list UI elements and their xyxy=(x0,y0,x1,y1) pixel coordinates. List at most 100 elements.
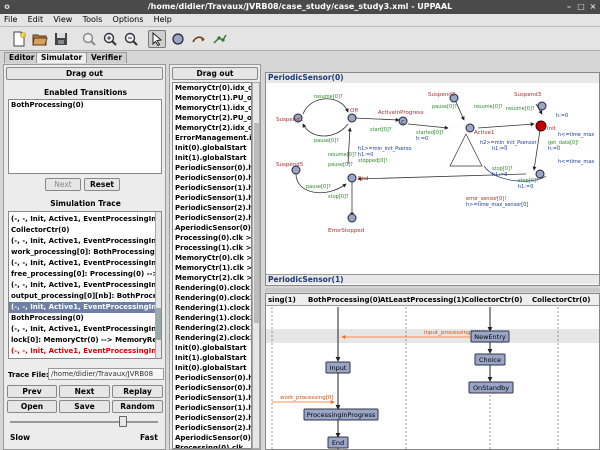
variable-row[interactable]: MemoryCtr(0).idx_o xyxy=(173,83,251,93)
variable-row[interactable]: PeriodicSensor(2).h xyxy=(173,413,251,423)
menu-view[interactable]: View xyxy=(49,14,76,25)
variable-row[interactable]: PeriodicSensor(2).h xyxy=(173,423,251,433)
trace-row[interactable]: (-, -, Init, Active1, EventProcessingInP xyxy=(9,346,161,357)
close-icon[interactable]: × xyxy=(588,2,598,12)
variable-row[interactable]: Processing(1).clk > xyxy=(173,243,251,253)
add-edge-icon[interactable] xyxy=(190,30,208,48)
zoom-icon[interactable] xyxy=(80,30,98,48)
menu-help[interactable]: Help xyxy=(150,14,176,25)
state-suspend3[interactable] xyxy=(537,101,547,111)
variable-row[interactable]: MemoryCtr(2).idx_o xyxy=(173,123,251,133)
variable-row[interactable]: PeriodicSensor(0).h xyxy=(173,383,251,393)
variable-row[interactable]: MemoryCtr(2).PU_o xyxy=(173,113,251,123)
variable-row[interactable]: Init(1).globalStart xyxy=(173,353,251,363)
trace-row[interactable]: (-, -, Init, Active1, EventProcessingInP xyxy=(9,258,161,269)
variable-row[interactable]: Processing(0).clk xyxy=(173,443,251,448)
variable-row[interactable]: Rendering(2).clock1 xyxy=(173,323,251,333)
variable-row[interactable]: PeriodicSensor(1).h xyxy=(173,183,251,193)
variable-row[interactable]: Init(1).globalStart xyxy=(173,153,251,163)
drag-out-variables-button[interactable]: Drag out xyxy=(172,67,258,80)
menu-file[interactable]: File xyxy=(0,14,21,25)
tab-editor[interactable]: Editor xyxy=(4,52,40,63)
tab-verifier[interactable]: Verifier xyxy=(86,52,128,63)
variable-row[interactable]: PeriodicSensor(1).h xyxy=(173,403,251,413)
variable-row[interactable]: PeriodicSensor(2).h xyxy=(173,213,251,223)
state-active1[interactable] xyxy=(465,123,475,133)
prev-button[interactable]: Prev xyxy=(7,385,57,398)
variable-row[interactable]: MemoryCtr(1).clk > xyxy=(173,263,251,273)
trace-row[interactable]: work_processing[0]: BothProcessing(0 xyxy=(9,247,161,258)
msc-diagram[interactable]: input_processing[i][N] work_processing[0… xyxy=(266,307,599,450)
variable-row[interactable]: MemoryCtr(0).clk > xyxy=(173,253,251,263)
variable-row[interactable]: Init(0).globalStart xyxy=(173,343,251,353)
tab-simulator[interactable]: Simulator xyxy=(36,52,88,63)
state-right-lower[interactable] xyxy=(535,169,545,179)
add-location-icon[interactable] xyxy=(169,30,187,48)
variable-row[interactable]: Rendering(1).clock2 xyxy=(173,313,251,323)
state-off[interactable] xyxy=(347,113,357,123)
reset-button[interactable]: Reset xyxy=(84,178,120,191)
menu-edit[interactable]: Edit xyxy=(24,14,48,25)
simulation-trace-list[interactable]: (-, -, Init, Active1, EventProcessingInP… xyxy=(8,211,162,359)
view-splitter[interactable] xyxy=(265,288,600,292)
variable-row[interactable]: AperiodicSensor(0). xyxy=(173,223,251,233)
variables-list[interactable]: MemoryCtr(0).idx_o MemoryCtr(1).PU_o Memor… xyxy=(172,82,252,449)
variable-row[interactable]: PeriodicSensor(0).h xyxy=(173,373,251,383)
variable-row[interactable]: Rendering(0).clock2 xyxy=(173,293,251,303)
open-folder-icon[interactable] xyxy=(31,30,49,48)
trace-row[interactable]: (-, -, Init, Active1, EventProcessingInP xyxy=(9,236,161,247)
add-nail-icon[interactable] xyxy=(211,30,229,48)
list-item[interactable]: BothProcessing(0) xyxy=(9,100,161,111)
zoom-out-icon[interactable] xyxy=(122,30,140,48)
random-button[interactable]: Random xyxy=(112,400,163,413)
variables-scrollbar[interactable] xyxy=(252,82,260,449)
save-trace-button[interactable]: Save xyxy=(59,400,110,413)
variable-row[interactable]: Init(0).globalStart xyxy=(173,143,251,153)
enabled-transitions-list[interactable]: BothProcessing(0) xyxy=(8,99,162,174)
drag-out-button[interactable]: Drag out xyxy=(6,67,163,80)
trace-file-field[interactable]: /home/didier/Travaux/JVRB08 xyxy=(48,368,164,380)
next-transition-button[interactable]: Next xyxy=(45,178,81,191)
menu-options[interactable]: Options xyxy=(109,14,148,25)
zoom-in-icon[interactable] xyxy=(101,30,119,48)
next-button[interactable]: Next xyxy=(59,385,110,398)
variable-row[interactable]: Rendering(1).clock1 xyxy=(173,303,251,313)
variable-row[interactable]: Processing(0).clk > xyxy=(173,233,251,243)
automaton-view[interactable]: PeriodicSensor(0) C Suspend1 Off ActiveI… xyxy=(265,72,600,286)
variable-row[interactable]: PeriodicSensor(1).h xyxy=(173,393,251,403)
variable-row[interactable]: Rendering(0).clock1 xyxy=(173,283,251,293)
variable-row[interactable]: Rendering(2).clock2 xyxy=(173,333,251,343)
variable-row[interactable]: AperiodicSensor(0). xyxy=(173,433,251,443)
variable-row[interactable]: MemoryCtr(1).idx_o xyxy=(173,103,251,113)
trace-row[interactable]: lock[0]: MemoryCtr(0) --> MemoryRec xyxy=(9,335,161,346)
variable-row[interactable]: PeriodicSensor(2).h xyxy=(173,203,251,213)
variable-row[interactable]: ErrorManagement.it xyxy=(173,133,251,143)
save-icon[interactable] xyxy=(52,30,70,48)
trace-row[interactable]: output_processing[0][nb]: BothProcess xyxy=(9,291,161,302)
minimize-icon[interactable]: – xyxy=(564,2,574,12)
speed-slider-thumb[interactable] xyxy=(119,416,128,427)
trace-row[interactable]: (-, -, Init, Active1, EventProcessingInP xyxy=(9,324,161,335)
trace-row[interactable]: free_processing[0]: Processing(0) --> xyxy=(9,269,161,280)
variable-row[interactable]: Init(0).globalStart xyxy=(173,363,251,373)
maximize-icon[interactable]: □ xyxy=(576,2,586,12)
select-pointer-icon[interactable] xyxy=(148,30,166,48)
message-sequence-chart[interactable]: sing(1) BothProcessing(0) AtLeastProcess… xyxy=(265,293,600,450)
trace-row[interactable]: CollectorCtr(0) xyxy=(9,225,161,236)
new-file-icon[interactable] xyxy=(10,30,28,48)
state-error-stopped[interactable] xyxy=(347,213,357,223)
variable-row[interactable]: PeriodicSensor(0).h xyxy=(173,163,251,173)
state-end[interactable] xyxy=(347,173,357,183)
trace-scrollbar[interactable] xyxy=(155,212,161,358)
trace-row[interactable]: (-, -, Init, Active1, EventProcessingInP xyxy=(9,302,161,313)
variable-row[interactable]: MemoryCtr(1).PU_o xyxy=(173,93,251,103)
variable-row[interactable]: PeriodicSensor(1).h xyxy=(173,193,251,203)
trace-row[interactable]: (-, -, Init, Active1, EventProcessingInP xyxy=(9,280,161,291)
state-init[interactable] xyxy=(535,120,547,132)
trace-row[interactable]: BothProcessing(0) xyxy=(9,313,161,324)
speed-slider-track[interactable] xyxy=(10,421,158,423)
open-trace-button[interactable]: Open xyxy=(7,400,57,413)
variable-row[interactable]: PeriodicSensor(0).h xyxy=(173,173,251,183)
menu-tools[interactable]: Tools xyxy=(79,14,107,25)
automaton-diagram[interactable]: C Suspend1 Off ActiveInProgress Suspend2… xyxy=(266,84,599,286)
